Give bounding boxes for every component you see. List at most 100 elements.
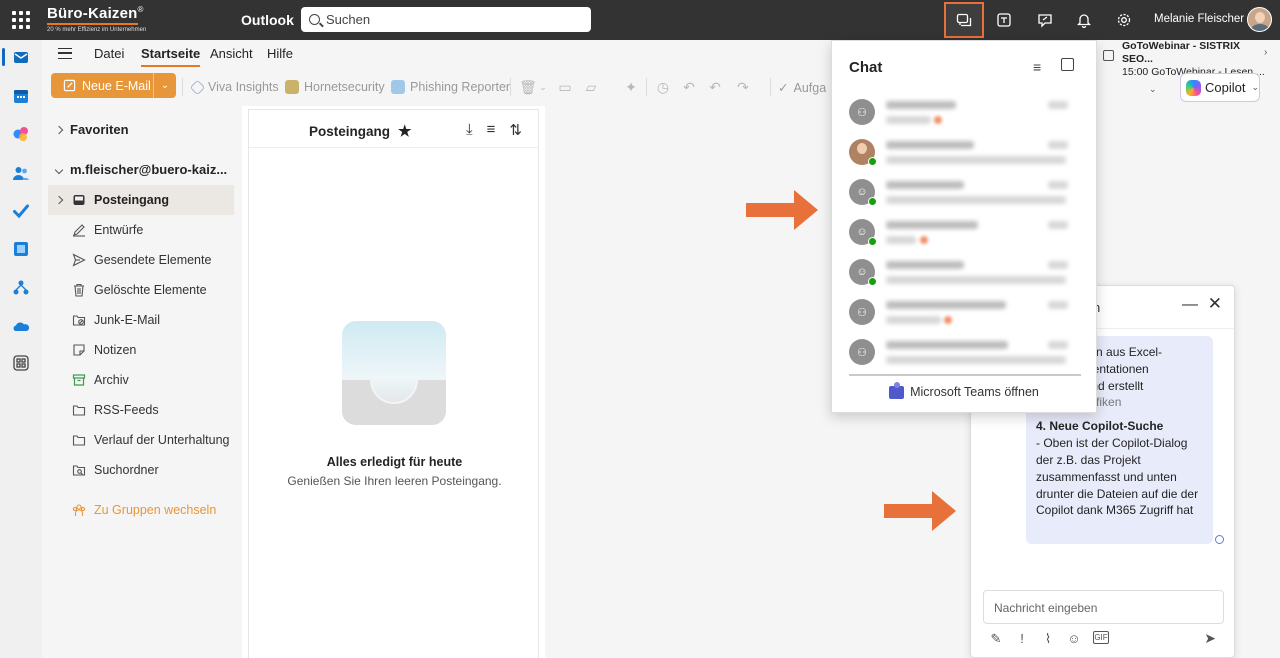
emoji-icon[interactable]: ☺ xyxy=(1067,631,1081,647)
folder-junk[interactable]: Junk-E-Mail xyxy=(48,305,234,335)
phishing-reporter-label: Phishing Reporter xyxy=(410,80,511,94)
tab-hilfe[interactable]: Hilfe xyxy=(267,46,293,61)
hornetsecurity-label: Hornetsecurity xyxy=(304,80,385,94)
chat-flyout: Chat ≡ ⚇ ☺ ☺ ☺ ⚇ ⚇ Microsoft Teams öffne… xyxy=(831,40,1097,413)
chevron-right-icon[interactable]: › xyxy=(1264,47,1274,61)
copilot-button[interactable]: Copilot ⌄ xyxy=(1180,73,1260,102)
chevron-down-icon[interactable]: ⌄ xyxy=(1251,82,1259,93)
user-name[interactable]: Melanie Fleischer xyxy=(1154,13,1244,25)
word-icon[interactable] xyxy=(10,238,32,260)
tasks-button[interactable]: ✓ Aufga xyxy=(778,80,826,96)
switch-to-groups-link[interactable]: Zu Gruppen wechseln xyxy=(48,495,234,525)
folder-icon xyxy=(72,403,86,417)
calendar-icon[interactable] xyxy=(10,85,32,107)
chat-list-item[interactable]: ⚇ xyxy=(832,333,1096,373)
mail-icon[interactable] xyxy=(2,46,32,68)
folder-archive[interactable]: Archiv xyxy=(48,365,234,395)
notifications-button[interactable] xyxy=(1070,6,1098,34)
teams-meeting-button[interactable] xyxy=(990,6,1018,34)
folder-deleted[interactable]: Gelöschte Elemente xyxy=(48,275,234,305)
chat-icon xyxy=(956,13,972,27)
folder-icon xyxy=(72,433,86,447)
send-icon[interactable]: ➤ xyxy=(1204,630,1216,647)
app-launcher-icon[interactable] xyxy=(12,11,30,29)
folder-search[interactable]: Suchordner xyxy=(48,455,234,485)
minimize-icon[interactable]: — xyxy=(1182,296,1198,314)
copilot-rail-icon[interactable] xyxy=(10,123,32,145)
archive-icon xyxy=(72,373,86,387)
folder-sent[interactable]: Gesendete Elemente xyxy=(48,245,234,275)
menu-icon[interactable] xyxy=(58,48,72,59)
send-icon xyxy=(72,253,86,267)
settings-button[interactable] xyxy=(1110,6,1138,34)
teams-icon xyxy=(889,381,905,399)
close-icon[interactable]: ✕ xyxy=(1208,294,1222,314)
chat-list-item[interactable]: ⚇ xyxy=(832,293,1096,333)
chat-list-item[interactable]: ☺ xyxy=(832,213,1096,253)
account-header[interactable]: m.fleischer@buero-kaiz... xyxy=(54,162,227,177)
calendar-event-icon xyxy=(1103,50,1114,61)
folder-inbox[interactable]: Posteingang xyxy=(48,185,234,215)
sort-icon[interactable]: ⇅ xyxy=(509,121,522,139)
format-icon[interactable]: ✎ xyxy=(989,631,1003,647)
chat-list-item[interactable]: ☺ xyxy=(832,173,1096,213)
folder-drafts[interactable]: Entwürfe xyxy=(48,215,234,245)
forward-icon[interactable]: ↷ xyxy=(734,78,752,96)
new-mail-button[interactable]: Neue E-Mail ⌄ xyxy=(51,73,176,98)
tab-startseite[interactable]: Startseite xyxy=(141,46,201,67)
chevron-down-icon[interactable]: ⌄ xyxy=(1149,84,1157,95)
callout-arrow-icon xyxy=(884,491,956,531)
copilot-label: Copilot xyxy=(1204,80,1246,95)
chevron-down-icon[interactable]: ⌄ xyxy=(154,80,176,91)
presence-available-icon xyxy=(868,277,877,286)
inbox-icon xyxy=(72,193,86,207)
copilot-icon xyxy=(1186,79,1201,96)
favorites-header[interactable]: Favoriten xyxy=(54,122,129,137)
filter-icon[interactable]: ≡ xyxy=(1033,59,1041,75)
snooze-icon[interactable]: ◷ xyxy=(654,78,672,96)
phishing-reporter-button[interactable]: Phishing Reporter xyxy=(391,80,510,94)
presence-available-icon xyxy=(868,197,877,206)
folder-conversation-history[interactable]: Verlauf der Unterhaltung xyxy=(48,425,234,455)
app-rail xyxy=(0,40,42,658)
new-chat-icon[interactable] xyxy=(1061,58,1074,71)
jump-icon[interactable]: ⤓ xyxy=(466,121,473,139)
people-icon[interactable] xyxy=(10,162,32,184)
gif-icon[interactable]: GIF xyxy=(1093,631,1109,644)
archive-icon[interactable]: ▭ xyxy=(556,78,574,96)
open-teams-link[interactable]: Microsoft Teams öffnen xyxy=(832,381,1096,399)
meeting-icon xyxy=(997,13,1011,27)
hornetsecurity-button[interactable]: Hornetsecurity xyxy=(285,80,385,94)
onedrive-icon[interactable] xyxy=(10,316,32,338)
folder-notes[interactable]: Notizen xyxy=(48,335,234,365)
chevron-right-icon[interactable] xyxy=(54,195,64,205)
teams-share-icon[interactable]: ✦ xyxy=(622,78,640,96)
search-box[interactable]: Suchen xyxy=(301,7,591,32)
chat-list-item[interactable]: ☺ xyxy=(832,253,1096,293)
viva-insights-button[interactable]: Viva Insights xyxy=(189,79,279,95)
reply-all-icon[interactable]: ↶ xyxy=(706,78,724,96)
message-heading: 4. Neue Copilot-Suche xyxy=(1036,419,1164,434)
move-folder-icon[interactable]: ▱ xyxy=(582,78,600,96)
reply-icon[interactable]: ↶ xyxy=(680,78,698,96)
brand-logo: Büro-Kaizen® 20 % mehr Effizienz im Unte… xyxy=(47,5,147,33)
filter-icon[interactable]: ≡ xyxy=(487,121,496,139)
todo-icon[interactable] xyxy=(10,200,32,222)
feedback-button[interactable] xyxy=(1031,6,1059,34)
message-input[interactable]: Nachricht eingeben xyxy=(983,590,1224,624)
attach-icon[interactable]: ⌇ xyxy=(1041,631,1055,647)
more-apps-icon[interactable] xyxy=(10,352,32,374)
folder-rss[interactable]: RSS-Feeds xyxy=(48,395,234,425)
star-icon[interactable]: ★ xyxy=(398,122,411,140)
chevron-down-icon[interactable]: ⌄ xyxy=(534,78,552,96)
compose-icon xyxy=(63,79,76,92)
important-icon[interactable]: ! xyxy=(1015,631,1029,647)
chat-button[interactable] xyxy=(944,2,984,38)
tab-datei[interactable]: Datei xyxy=(94,46,124,61)
chat-list-item[interactable] xyxy=(832,133,1096,173)
tab-ansicht[interactable]: Ansicht xyxy=(210,46,253,61)
user-avatar[interactable] xyxy=(1247,7,1272,32)
chat-list-item[interactable]: ⚇ xyxy=(832,93,1096,133)
presence-available-icon xyxy=(868,157,877,166)
org-explorer-icon[interactable] xyxy=(10,277,32,299)
